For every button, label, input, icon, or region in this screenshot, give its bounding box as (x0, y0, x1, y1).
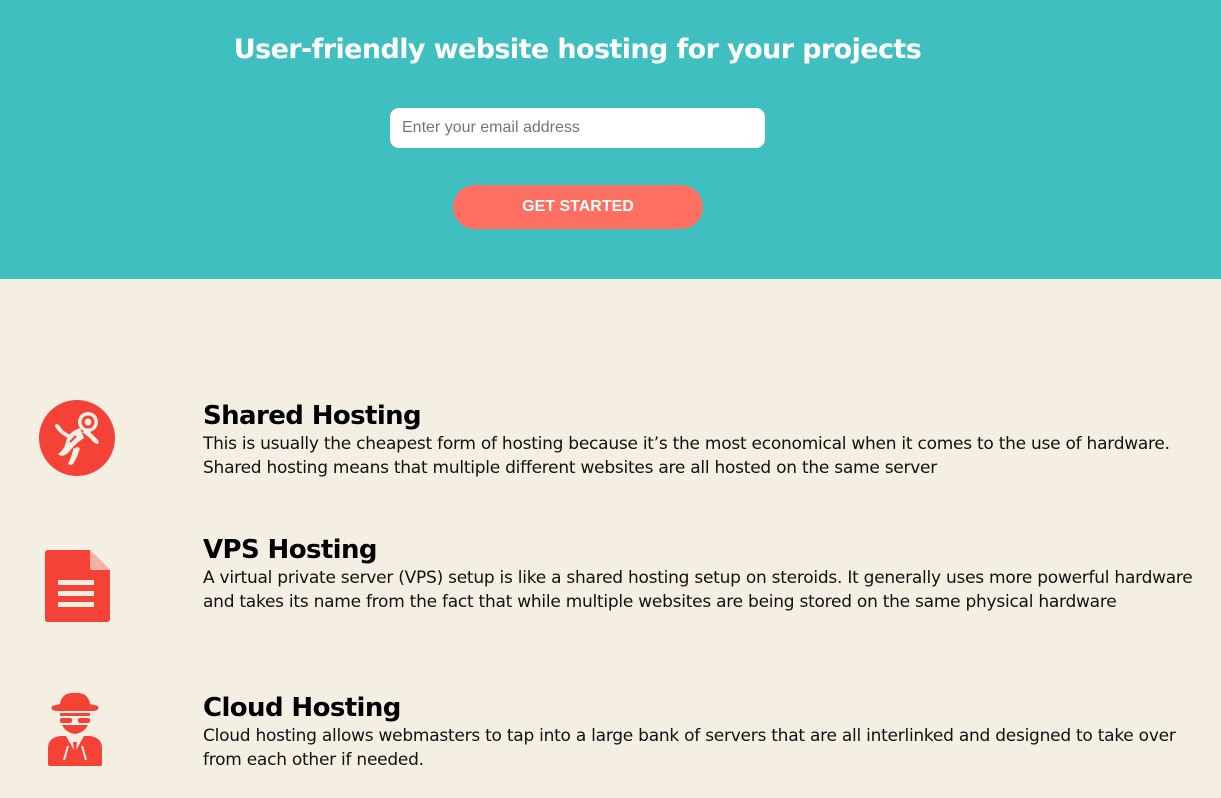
feature-text: Shared Hosting This is usually the cheap… (203, 400, 1203, 480)
astronaut-icon (38, 398, 118, 478)
feature-title: Shared Hosting (203, 401, 422, 431)
feature-text: Cloud Hosting Cloud hosting allows webma… (203, 692, 1203, 772)
get-started-button[interactable]: GET STARTED (453, 185, 703, 229)
hero-section: User-friendly website hosting for your p… (0, 0, 1221, 279)
feature-title: VPS Hosting (203, 535, 378, 565)
spy-icon (38, 690, 118, 770)
document-icon (38, 546, 118, 626)
feature-title: Cloud Hosting (203, 693, 401, 723)
feature-description: Cloud hosting allows webmasters to tap i… (203, 726, 1176, 770)
feature-text: VPS Hosting A virtual private server (VP… (203, 534, 1203, 614)
hero-title: User-friendly website hosting for your p… (233, 34, 922, 65)
email-input[interactable] (390, 108, 765, 148)
feature-description: This is usually the cheapest form of hos… (203, 434, 1170, 478)
feature-description: A virtual private server (VPS) setup is … (203, 568, 1193, 612)
